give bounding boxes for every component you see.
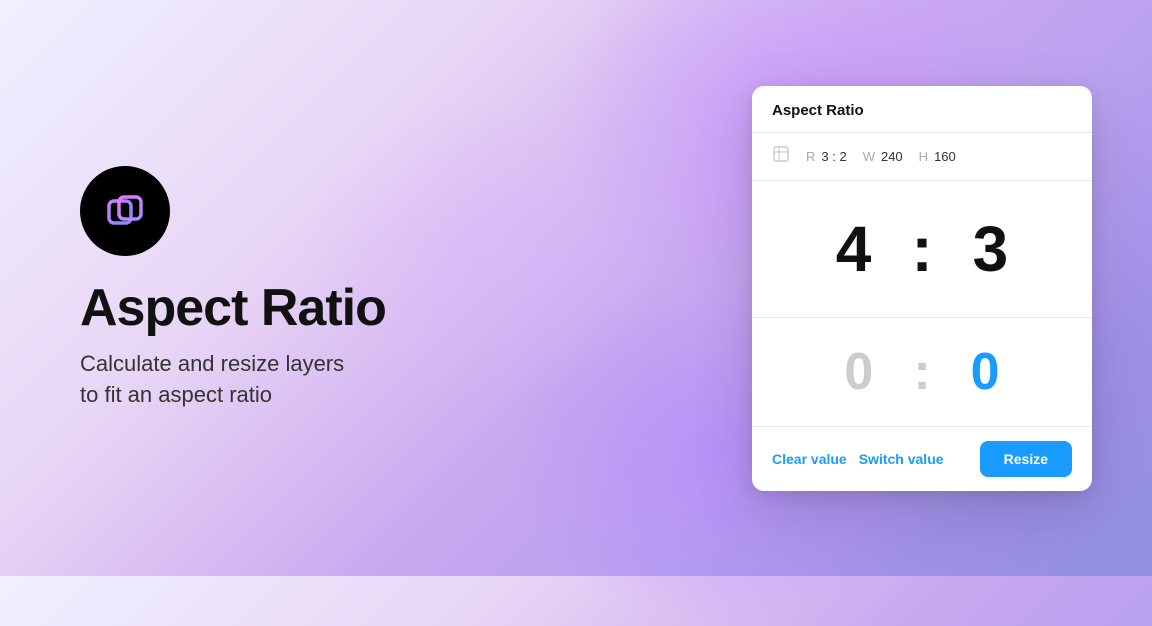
info-item-h: H 160	[919, 149, 956, 164]
input-right: 0	[971, 346, 1000, 398]
info-value-h: 160	[934, 149, 956, 164]
logo-icon	[101, 187, 149, 235]
info-label-w: W	[863, 149, 875, 164]
input-colon: :	[913, 346, 930, 398]
ratio-left: 4	[836, 217, 872, 281]
info-item-w: W 240	[863, 149, 903, 164]
ratio-colon: :	[911, 217, 932, 281]
info-item-r: R 3 : 2	[806, 149, 847, 164]
left-section: Aspect Ratio Calculate and resize layers…	[0, 106, 732, 471]
plugin-card: Aspect Ratio R 3 : 2 W	[752, 86, 1092, 491]
info-label-h: H	[919, 149, 928, 164]
action-row: Clear value Switch value Resize	[752, 427, 1092, 491]
clear-value-button[interactable]: Clear value	[772, 445, 847, 473]
app-title: Aspect Ratio	[80, 280, 672, 337]
card-header: Aspect Ratio	[752, 86, 1092, 133]
resize-icon	[772, 145, 790, 168]
input-left: 0	[844, 346, 873, 398]
ratio-display: 4 : 3	[752, 181, 1092, 318]
info-value-w: 240	[881, 149, 903, 164]
ratio-right: 3	[973, 217, 1009, 281]
page-container: Aspect Ratio Calculate and resize layers…	[0, 0, 1152, 576]
card-title: Aspect Ratio	[772, 102, 864, 119]
logo-circle	[80, 166, 170, 256]
app-description: Calculate and resize layersto fit an asp…	[80, 349, 672, 411]
input-ratio-row: 0 : 0	[752, 318, 1092, 427]
resize-button[interactable]: Resize	[980, 441, 1072, 477]
info-row: R 3 : 2 W 240 H 160	[752, 133, 1092, 181]
right-section: Aspect Ratio R 3 : 2 W	[732, 46, 1152, 531]
info-value-r: 3 : 2	[821, 149, 846, 164]
switch-value-button[interactable]: Switch value	[859, 445, 944, 473]
title-section: Aspect Ratio Calculate and resize layers…	[80, 280, 672, 411]
info-label-r: R	[806, 149, 815, 164]
